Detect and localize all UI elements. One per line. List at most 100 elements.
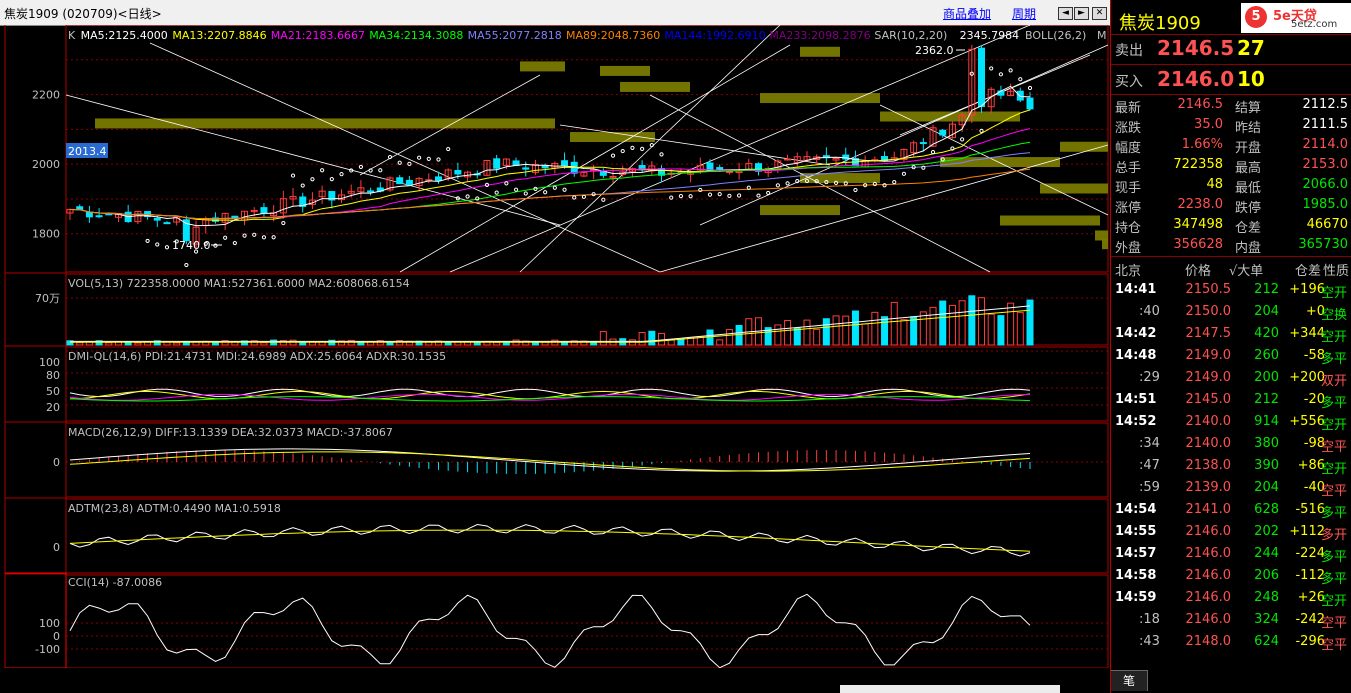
candle-body[interactable] [95, 215, 103, 218]
tick-time: 14:41 [1115, 282, 1157, 297]
candle-body[interactable] [919, 142, 927, 145]
candle-body[interactable] [493, 158, 501, 169]
candle-body[interactable] [405, 179, 413, 186]
sar-dot [707, 192, 713, 197]
volume-profile-band [880, 111, 1020, 122]
volume-bar [473, 342, 481, 346]
sar-dot [688, 194, 693, 199]
candle-body[interactable] [153, 217, 161, 221]
trend-line [399, 44, 791, 273]
close-icon[interactable]: ✕ [1092, 7, 1107, 20]
volume-bar [658, 332, 666, 346]
sar-dot [640, 146, 645, 151]
volume-bar [502, 342, 510, 346]
tick-oi-change: +0 [1305, 304, 1325, 319]
sar-dot [242, 233, 247, 238]
tick-nature: 多平 [1321, 550, 1348, 565]
candle-body[interactable] [163, 222, 171, 225]
volume-bar [173, 342, 181, 346]
tick-volume: 624 [1254, 634, 1279, 649]
sar-dot [930, 150, 936, 155]
tick-oi-change: +556 [1289, 414, 1325, 429]
main-panel[interactable] [65, 25, 1109, 273]
candle-body[interactable] [978, 47, 986, 107]
tick-oi-change: +200 [1289, 370, 1325, 385]
tick-time: 14:48 [1115, 348, 1157, 363]
volume-bar [444, 342, 452, 346]
window-titlebar: 焦炭1909 (020709)<日线> 商品叠加 周期 ◄ ► ✕ [0, 0, 1110, 26]
volume-bar [997, 315, 1005, 346]
tick-oi-change: -40 [1303, 480, 1325, 495]
volume-bar [706, 329, 714, 346]
candle-body[interactable] [1016, 90, 1024, 101]
sar-dot [727, 193, 732, 198]
tick-nature: 空开 [1321, 330, 1348, 345]
sar-dot [523, 191, 528, 196]
candle-body[interactable] [561, 160, 569, 166]
tick-oi-change: -242 [1295, 612, 1325, 627]
tick-volume: 390 [1254, 458, 1279, 473]
sar-dot [979, 128, 984, 133]
candle-body[interactable] [522, 167, 530, 170]
stat-label: 开盘 [1235, 141, 1262, 156]
sar-dot [281, 220, 286, 226]
dmi-tick: 20 [46, 401, 60, 414]
sar-dot [155, 242, 160, 247]
cci-panel[interactable] [65, 574, 1109, 669]
prev-icon[interactable]: ◄ [1058, 7, 1073, 20]
ma21-line [69, 128, 1031, 220]
sar-dot [387, 154, 393, 160]
candle-body[interactable] [1026, 97, 1034, 110]
stat-label: 涨停 [1115, 201, 1142, 216]
candle-body[interactable] [512, 160, 520, 166]
tick-volume: 420 [1254, 326, 1279, 341]
candle-body[interactable] [85, 211, 93, 218]
candle-body[interactable] [396, 177, 404, 185]
tick-nature: 多平 [1321, 352, 1348, 367]
volume-profile-band [95, 118, 555, 129]
candle-body[interactable] [939, 129, 947, 136]
stat-value: 35.0 [1194, 117, 1223, 132]
tick-nature: 空平 [1321, 440, 1348, 455]
tick-oi-change: +112 [1289, 524, 1325, 539]
ticks-header-price: 价格 [1185, 264, 1212, 279]
stat-value: 365730 [1298, 237, 1348, 252]
candle-body[interactable] [434, 176, 442, 181]
candle-body[interactable] [784, 158, 792, 161]
sar-dot [756, 193, 761, 198]
tick-time: :29 [1139, 370, 1160, 385]
sar-dot [252, 232, 257, 237]
tick-nature: 多平 [1321, 506, 1348, 521]
tick-nature: 双开 [1321, 374, 1348, 389]
next-icon[interactable]: ► [1074, 7, 1089, 20]
sar-dot [746, 185, 751, 190]
sar-dot [853, 187, 858, 193]
stat-value: 46670 [1306, 217, 1348, 232]
tick-price: 2146.0 [1185, 590, 1232, 605]
sar-dot [581, 194, 587, 199]
candle-body[interactable] [541, 165, 549, 169]
logo-icon: 5 [1245, 6, 1267, 28]
stat-value: 356628 [1173, 237, 1223, 252]
tick-time: 14:54 [1115, 502, 1157, 517]
tick-price: 2138.0 [1185, 458, 1232, 473]
volume-bar [774, 324, 782, 346]
period-link[interactable]: 周期 [1012, 5, 1036, 22]
stat-label: 结算 [1235, 101, 1262, 116]
candle-body[interactable] [454, 170, 462, 175]
candle-body[interactable] [706, 162, 714, 171]
candle-body[interactable] [367, 190, 375, 193]
candle-body[interactable] [260, 207, 268, 214]
sar-dot [649, 142, 654, 148]
tick-price: 2150.0 [1185, 304, 1232, 319]
ticks-header-vol: √大单 [1229, 264, 1264, 279]
sar-dot [358, 164, 364, 170]
kline-chart-area[interactable]: 2200200018002013.42362.01740.0K MA5:2125.… [0, 25, 1110, 693]
volume-bar [76, 342, 84, 346]
tick-nature: 空开 [1321, 286, 1348, 301]
overlay-link[interactable]: 商品叠加 [943, 5, 991, 22]
divider [1111, 64, 1351, 65]
sar-dot [901, 171, 907, 176]
candle-body[interactable] [725, 170, 733, 173]
tab-ticks[interactable]: 笔 [1111, 670, 1148, 691]
